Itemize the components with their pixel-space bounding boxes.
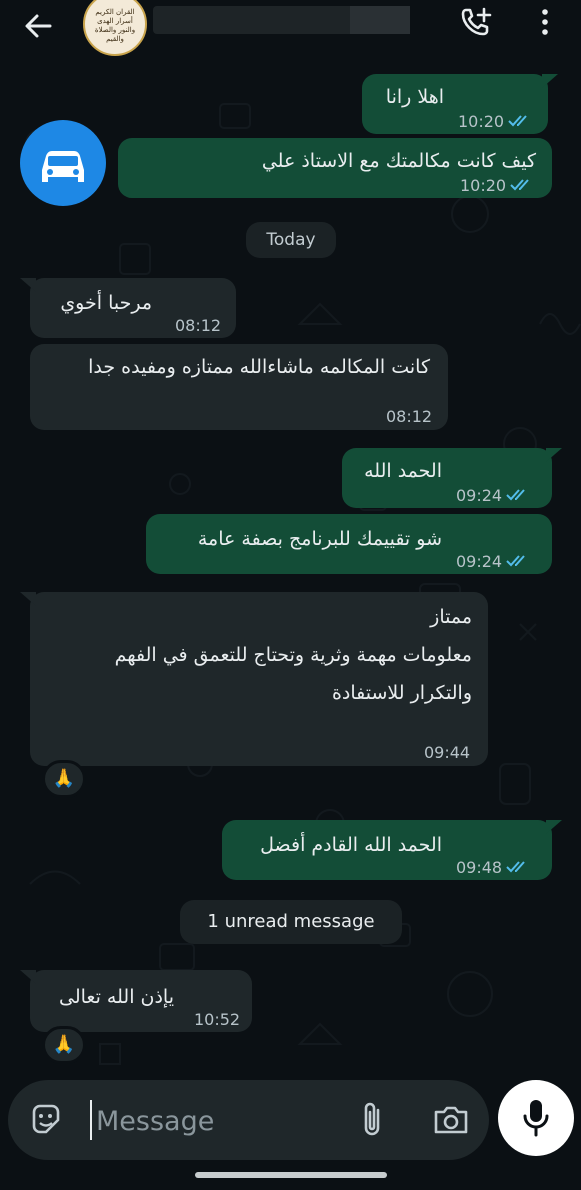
message-time: 09:24: [456, 552, 503, 571]
message-meta: 09:24: [456, 547, 530, 577]
camera-icon[interactable]: [432, 1102, 470, 1138]
contact-name-redacted[interactable]: [153, 6, 410, 34]
message-text: الحمد الله: [364, 460, 442, 482]
message-time: 08:12: [175, 316, 222, 335]
message-time: 10:20: [460, 176, 507, 195]
message-bubble-outgoing[interactable]: كيف كانت مكالمتك مع الاستاذ علي 10:20: [118, 138, 552, 198]
avatar-logo-text: القران الكريم أسرار الهدى والنور والصلاة وا…: [94, 8, 136, 43]
message-time: 10:20: [458, 112, 505, 131]
double-check-icon: [510, 179, 529, 191]
date-divider: Today: [246, 222, 336, 258]
car-profile-avatar[interactable]: [20, 120, 106, 206]
message-line: معلومات مهمة وثرية وتحتاج للتعمق في الفه…: [114, 644, 472, 666]
message-bubble-outgoing[interactable]: الحمد الله القادم أفضل 09:48: [222, 820, 562, 883]
message-bubble-incoming[interactable]: ممتاز معلومات مهمة وثرية وتحتاج للتعمق ف…: [20, 592, 488, 766]
message-bubble-outgoing[interactable]: شو تقييمك للبرنامج بصفة عامة 09:24: [146, 514, 552, 574]
message-bubble-incoming[interactable]: كانت المكالمه ماشاءالله ممتازه ومفيده جد…: [30, 344, 448, 430]
chat-header: القران الكريم أسرار الهدى والنور والصلاة وا…: [0, 0, 581, 64]
unread-divider: 1 unread message: [180, 900, 402, 944]
message-line: ممتاز: [430, 606, 472, 628]
message-meta: 10:20: [460, 171, 534, 201]
message-bubble-outgoing[interactable]: اهلا رانا 10:20: [362, 74, 558, 137]
message-text: يإذن الله تعالى: [59, 986, 174, 1008]
message-time: 09:24: [456, 486, 503, 505]
sticker-icon[interactable]: [28, 1102, 64, 1138]
double-check-icon: [506, 555, 525, 567]
car-icon: [42, 151, 84, 182]
contact-avatar[interactable]: القران الكريم أسرار الهدى والنور والصلاة وا…: [83, 0, 147, 56]
paperclip-icon[interactable]: [358, 1100, 388, 1140]
message-time: 10:52: [194, 1010, 241, 1029]
message-text: كانت المكالمه ماشاءالله ممتازه ومفيده جد…: [88, 356, 430, 378]
message-time: 09:44: [424, 743, 471, 762]
message-input[interactable]: [94, 1100, 348, 1142]
message-meta: 10:20: [458, 107, 532, 137]
message-text: الحمد الله القادم أفضل: [260, 834, 442, 856]
double-check-icon: [506, 489, 525, 501]
message-composer: [8, 1080, 489, 1160]
double-check-icon: [508, 115, 527, 127]
gesture-home-bar[interactable]: [195, 1172, 387, 1178]
voice-record-button[interactable]: [498, 1080, 574, 1156]
message-text: شو تقييمك للبرنامج بصفة عامة: [197, 528, 442, 550]
message-time: 09:48: [456, 858, 503, 877]
reaction-badge[interactable]: 🙏: [42, 760, 86, 798]
message-bubble-outgoing[interactable]: الحمد الله 09:24: [342, 448, 562, 511]
message-time: 08:12: [386, 407, 433, 426]
message-bubble-incoming[interactable]: مرحبا أخوي 08:12: [20, 278, 236, 338]
message-text: اهلا رانا: [385, 86, 444, 108]
message-bubble-incoming[interactable]: يإذن الله تعالى 10:52: [20, 970, 252, 1032]
message-text: مرحبا أخوي: [60, 292, 152, 314]
message-line: والتكرار للاستفادة: [331, 682, 472, 704]
reaction-badge[interactable]: 🙏: [42, 1026, 86, 1064]
microphone-icon: [523, 1100, 549, 1137]
text-cursor: [90, 1100, 92, 1140]
arrow-left-icon[interactable]: [20, 8, 56, 44]
double-check-icon: [506, 861, 525, 873]
message-meta: 09:48: [456, 853, 530, 883]
more-vertical-icon[interactable]: [535, 6, 555, 38]
phone-add-icon[interactable]: [460, 6, 496, 38]
message-meta: 09:24: [456, 481, 530, 511]
